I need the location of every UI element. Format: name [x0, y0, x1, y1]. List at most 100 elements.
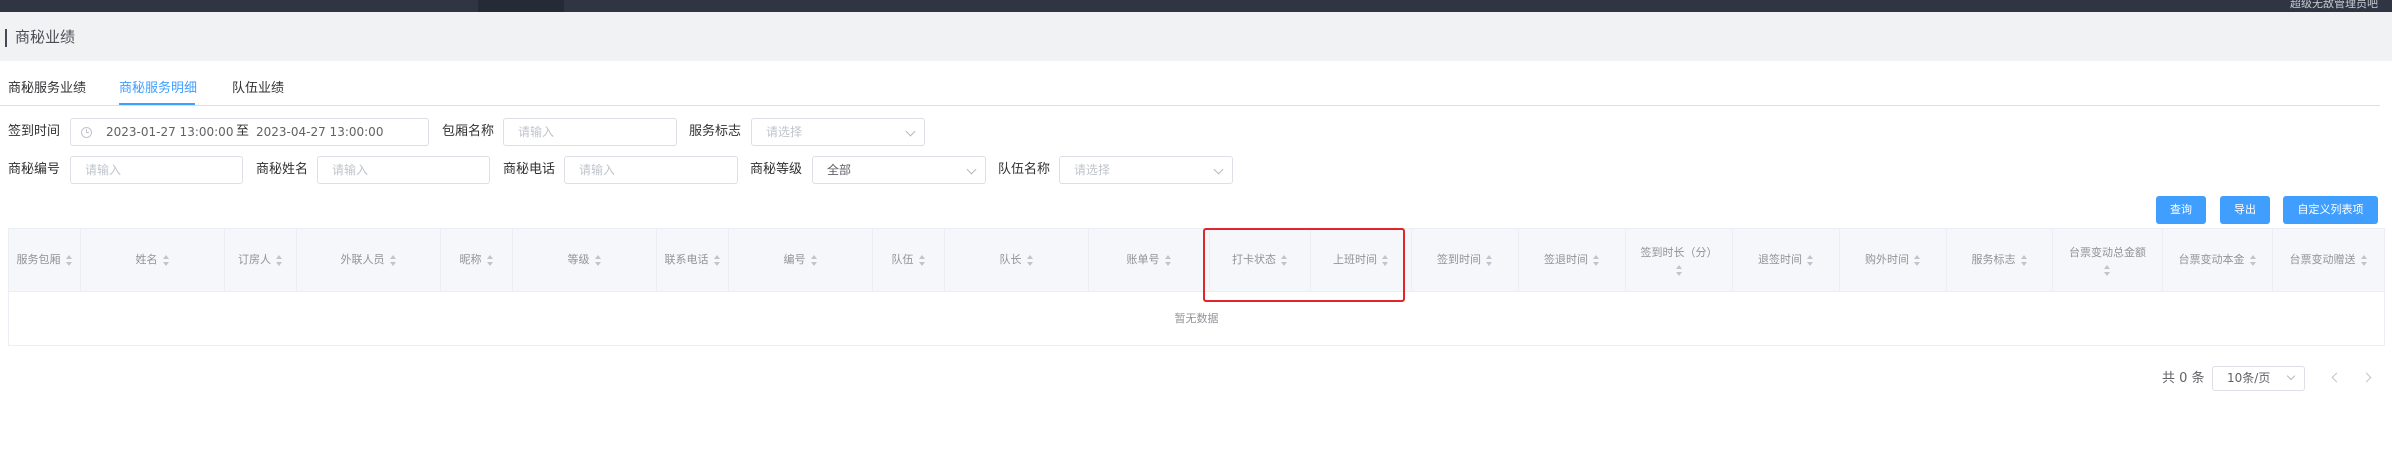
column-header-label: 退签时间	[1758, 253, 1802, 266]
sort-icon[interactable]	[1807, 254, 1814, 266]
column-header[interactable]: 台票变动总金额	[2053, 229, 2163, 291]
column-header[interactable]: 服务标志	[1947, 229, 2053, 291]
sort-icon[interactable]	[2020, 254, 2028, 266]
sort-icon[interactable]	[1382, 254, 1389, 266]
service-details-table: 服务包厢 姓名 订房人 外联人员 昵称 等级 联系电话 编号 队伍 队长 账单号…	[8, 228, 2385, 346]
column-header[interactable]: 签退时间	[1519, 229, 1626, 291]
column-header-label: 队长	[999, 253, 1022, 266]
sign-in-date-range-picker[interactable]: 2023-01-27 13:00:00 至 2023-04-27 13:00:0…	[70, 118, 429, 146]
sort-icon[interactable]	[1281, 254, 1288, 266]
column-header[interactable]: 账单号	[1089, 229, 1210, 291]
next-page-icon[interactable]	[2361, 372, 2372, 383]
column-header[interactable]: 队长	[945, 229, 1089, 291]
table-header: 服务包厢 姓名 订房人 外联人员 昵称 等级 联系电话 编号 队伍 队长 账单号…	[9, 229, 2384, 292]
sec-no-input[interactable]: 请输入	[70, 156, 243, 184]
column-header-clock-status[interactable]: 打卡状态	[1210, 229, 1311, 291]
sort-icon[interactable]	[2104, 264, 2111, 276]
service-flag-label: 服务标志	[689, 124, 742, 139]
sort-icon[interactable]	[65, 254, 73, 266]
sort-icon[interactable]	[2249, 254, 2257, 266]
sec-level-label: 商秘等级	[750, 162, 803, 177]
sort-icon[interactable]	[486, 254, 494, 266]
team-name-select[interactable]: 请选择	[1059, 156, 1233, 184]
column-header[interactable]: 签到时长（分）	[1626, 229, 1733, 291]
column-header-label: 订房人	[238, 253, 271, 266]
sort-icon[interactable]	[1593, 254, 1600, 266]
chevron-down-icon	[1213, 164, 1224, 175]
sec-name-input[interactable]: 请输入	[317, 156, 490, 184]
date-range-start[interactable]: 2023-01-27 13:00:00	[106, 125, 233, 139]
column-header[interactable]: 姓名	[81, 229, 225, 291]
sort-icon[interactable]	[918, 254, 926, 266]
chevron-down-icon	[905, 126, 916, 137]
clock-icon	[81, 127, 92, 138]
chevron-down-icon	[2286, 371, 2296, 381]
date-range-end[interactable]: 2023-04-27 13:00:00	[256, 125, 383, 139]
column-header-label: 编号	[783, 253, 806, 266]
tab-service-details[interactable]: 商秘服务明细	[119, 79, 197, 99]
current-user[interactable]: 超级无敌管理员吧	[2290, 0, 2378, 10]
title-accent-bar	[5, 29, 7, 47]
tab-team-performance[interactable]: 队伍业绩	[232, 79, 284, 99]
column-header[interactable]: 服务包厢	[9, 229, 81, 291]
page-header: 商秘业绩	[0, 12, 2392, 61]
column-header[interactable]: 联系电话	[657, 229, 729, 291]
page-size-select[interactable]: 10条/页	[2212, 366, 2305, 391]
empty-state-text: 暂无数据	[1174, 312, 1219, 325]
column-header[interactable]: 队伍	[873, 229, 945, 291]
sec-phone-input[interactable]: 请输入	[564, 156, 738, 184]
column-header[interactable]: 签到时间	[1412, 229, 1519, 291]
sort-icon[interactable]	[2360, 254, 2368, 266]
sort-icon[interactable]	[1675, 264, 1683, 276]
column-header-label: 上班时间	[1333, 253, 1377, 266]
prev-page-icon[interactable]	[2331, 372, 2342, 383]
chevron-down-icon	[966, 164, 977, 175]
column-header-label: 姓名	[135, 253, 158, 266]
custom-columns-button[interactable]: 自定义列表项	[2283, 196, 2378, 224]
sort-icon[interactable]	[1026, 254, 1034, 266]
column-header-label: 联系电话	[664, 253, 709, 266]
sort-icon[interactable]	[1914, 254, 1921, 266]
column-header[interactable]: 昵称	[441, 229, 513, 291]
service-flag-placeholder: 请选择	[766, 125, 803, 139]
service-flag-select[interactable]: 请选择	[751, 118, 925, 146]
column-header-label: 外联人员	[340, 253, 385, 266]
sec-no-label: 商秘编号	[8, 162, 61, 177]
column-header-label: 台票变动赠送	[2289, 253, 2356, 266]
sort-icon[interactable]	[810, 254, 818, 266]
column-header-label: 打卡状态	[1232, 253, 1276, 266]
tab-service-performance[interactable]: 商秘服务业绩	[8, 79, 86, 99]
column-header-label: 购外时间	[1865, 253, 1909, 266]
tab-bar: 商秘服务业绩 商秘服务明细 队伍业绩	[0, 72, 2380, 106]
team-name-placeholder: 请选择	[1074, 163, 1111, 177]
column-header[interactable]: 等级	[513, 229, 657, 291]
sec-level-select[interactable]: 全部	[812, 156, 986, 184]
sort-icon[interactable]	[1486, 254, 1493, 266]
page-size-value: 10条/页	[2227, 371, 2271, 385]
sec-name-label: 商秘姓名	[256, 162, 309, 177]
column-header[interactable]: 退签时间	[1733, 229, 1840, 291]
column-header[interactable]: 外联人员	[297, 229, 441, 291]
column-header[interactable]: 台票变动赠送	[2273, 229, 2384, 291]
sort-icon[interactable]	[162, 254, 170, 266]
export-button[interactable]: 导出	[2220, 196, 2270, 224]
topbar-active-block[interactable]	[478, 0, 564, 12]
column-header-label: 台票变动总金额	[2069, 245, 2146, 259]
sort-icon[interactable]	[389, 254, 397, 266]
room-name-input[interactable]: 请输入	[503, 118, 677, 146]
column-header[interactable]: 购外时间	[1840, 229, 1947, 291]
page-title: 商秘业绩	[15, 28, 76, 46]
column-header[interactable]: 订房人	[225, 229, 297, 291]
active-tab-indicator	[119, 103, 195, 105]
sort-icon[interactable]	[1164, 254, 1172, 266]
column-header-work-start-time[interactable]: 上班时间	[1311, 229, 1412, 291]
sort-icon[interactable]	[713, 254, 721, 266]
column-header[interactable]: 台票变动本金	[2163, 229, 2273, 291]
column-header-label: 台票变动本金	[2178, 253, 2245, 266]
column-header[interactable]: 编号	[729, 229, 873, 291]
query-button[interactable]: 查询	[2156, 196, 2206, 224]
sort-icon[interactable]	[276, 254, 283, 266]
sort-icon[interactable]	[594, 254, 602, 266]
room-name-label: 包厢名称	[442, 124, 495, 139]
pagination-total: 共 0 条	[2162, 371, 2205, 386]
